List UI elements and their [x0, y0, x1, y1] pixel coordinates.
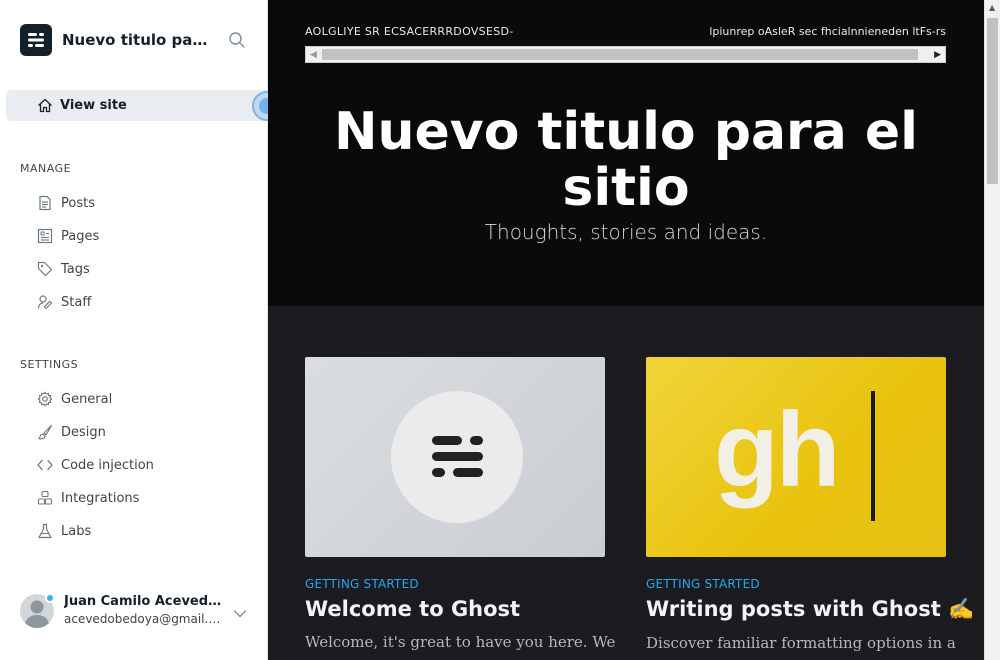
user-menu[interactable]: Juan Camilo Acevedo Bedoya acevedobedoya… [20, 592, 250, 632]
post-title[interactable]: Welcome to Ghost [305, 597, 605, 621]
nav-item-label: Pages [61, 228, 100, 244]
scrollbar-thumb[interactable] [322, 49, 918, 60]
gear-icon [36, 390, 54, 408]
pages-icon [36, 227, 54, 245]
admin-sidebar: Nuevo titulo para el sitio View site MAN… [0, 0, 268, 660]
post-excerpt: Welcome, it's great to have you here. We [305, 633, 616, 651]
site-preview: AOLGLIYE SR ECSACERRRDOVSESD- lpiunrep o… [268, 0, 984, 660]
nav-item-code-injection[interactable]: Code injection [36, 455, 154, 475]
site-description: Thoughts, stories and ideas. [484, 220, 768, 244]
nav-item-label: Labs [61, 523, 92, 539]
nav-item-tags[interactable]: Tags [36, 259, 90, 279]
header-right-text: lpiunrep oAsleR sec fhcialnnieneden ltFs… [709, 25, 946, 38]
post-image[interactable] [305, 357, 605, 557]
posts-icon [36, 194, 54, 212]
post-title[interactable]: Writing posts with Ghost ✍️ [646, 597, 974, 622]
brand[interactable]: Nuevo titulo para el sitio [20, 24, 212, 56]
view-site-link[interactable]: View site [6, 90, 268, 121]
brush-icon [36, 423, 54, 441]
status-indicator [45, 593, 55, 603]
scroll-up-icon[interactable]: ▲ [989, 3, 995, 12]
nav-item-posts[interactable]: Posts [36, 193, 95, 213]
home-icon [37, 98, 53, 117]
header-left-text: AOLGLIYE SR ECSACERRRDOVSESD- [305, 25, 514, 38]
nav-item-label: General [61, 391, 113, 407]
post-tag[interactable]: GETTING STARTED [305, 577, 605, 591]
nav-item-label: Integrations [61, 490, 140, 506]
chevron-down-icon[interactable] [233, 604, 247, 623]
nav-item-labs[interactable]: Labs [36, 521, 91, 541]
scroll-right-icon[interactable]: ▶ [934, 50, 941, 60]
settings-section-title: SETTINGS [20, 358, 79, 371]
nav-item-label: Tags [61, 261, 90, 277]
ghost-logo-icon [20, 24, 52, 56]
nav-item-integrations[interactable]: Integrations [36, 488, 139, 508]
site-title-label: Nuevo titulo para el sitio [62, 31, 212, 49]
nav-item-pages[interactable]: Pages [36, 226, 99, 246]
post-excerpt: Discover familiar formatting options in … [646, 634, 956, 652]
post-card[interactable]: GETTING STARTED Welcome to Ghost Welcome… [305, 357, 616, 651]
vertical-scrollbar[interactable]: ▲ [984, 0, 1000, 660]
integrations-icon [36, 489, 54, 507]
scroll-left-icon[interactable]: ◀ [310, 50, 317, 60]
search-icon[interactable] [228, 31, 246, 53]
nav-item-staff[interactable]: Staff [36, 292, 91, 312]
post-card[interactable]: gh GETTING STARTED Writing posts with Gh… [646, 357, 974, 652]
user-name: Juan Camilo Acevedo Bedoya [64, 594, 222, 609]
nav-item-design[interactable]: Design [36, 422, 106, 442]
text-caret [871, 391, 875, 521]
code-icon [36, 456, 54, 474]
site-title: Nuevo titulo para el sitio [334, 102, 918, 218]
manage-section-title: MANAGE [20, 162, 72, 175]
post-tag[interactable]: GETTING STARTED [646, 577, 946, 591]
ghost-logo-icon [391, 391, 523, 523]
nav-item-general[interactable]: General [36, 389, 112, 409]
horizontal-scrollbar[interactable]: ◀ ▶ [305, 46, 946, 63]
tag-icon [36, 260, 54, 278]
flask-icon [36, 522, 54, 540]
gh-logo-text: gh [714, 391, 840, 509]
view-site-label: View site [60, 98, 127, 113]
nav-item-label: Staff [61, 294, 92, 310]
nav-item-label: Posts [61, 195, 95, 211]
post-image[interactable]: gh [646, 357, 946, 557]
nav-item-label: Design [61, 424, 106, 440]
nav-item-label: Code injection [61, 457, 154, 473]
scrollbar-thumb[interactable] [987, 18, 998, 184]
site-header: AOLGLIYE SR ECSACERRRDOVSESD- lpiunrep o… [268, 0, 984, 306]
user-email: acevedobedoya@gmail.com [64, 612, 224, 626]
staff-icon [36, 293, 54, 311]
